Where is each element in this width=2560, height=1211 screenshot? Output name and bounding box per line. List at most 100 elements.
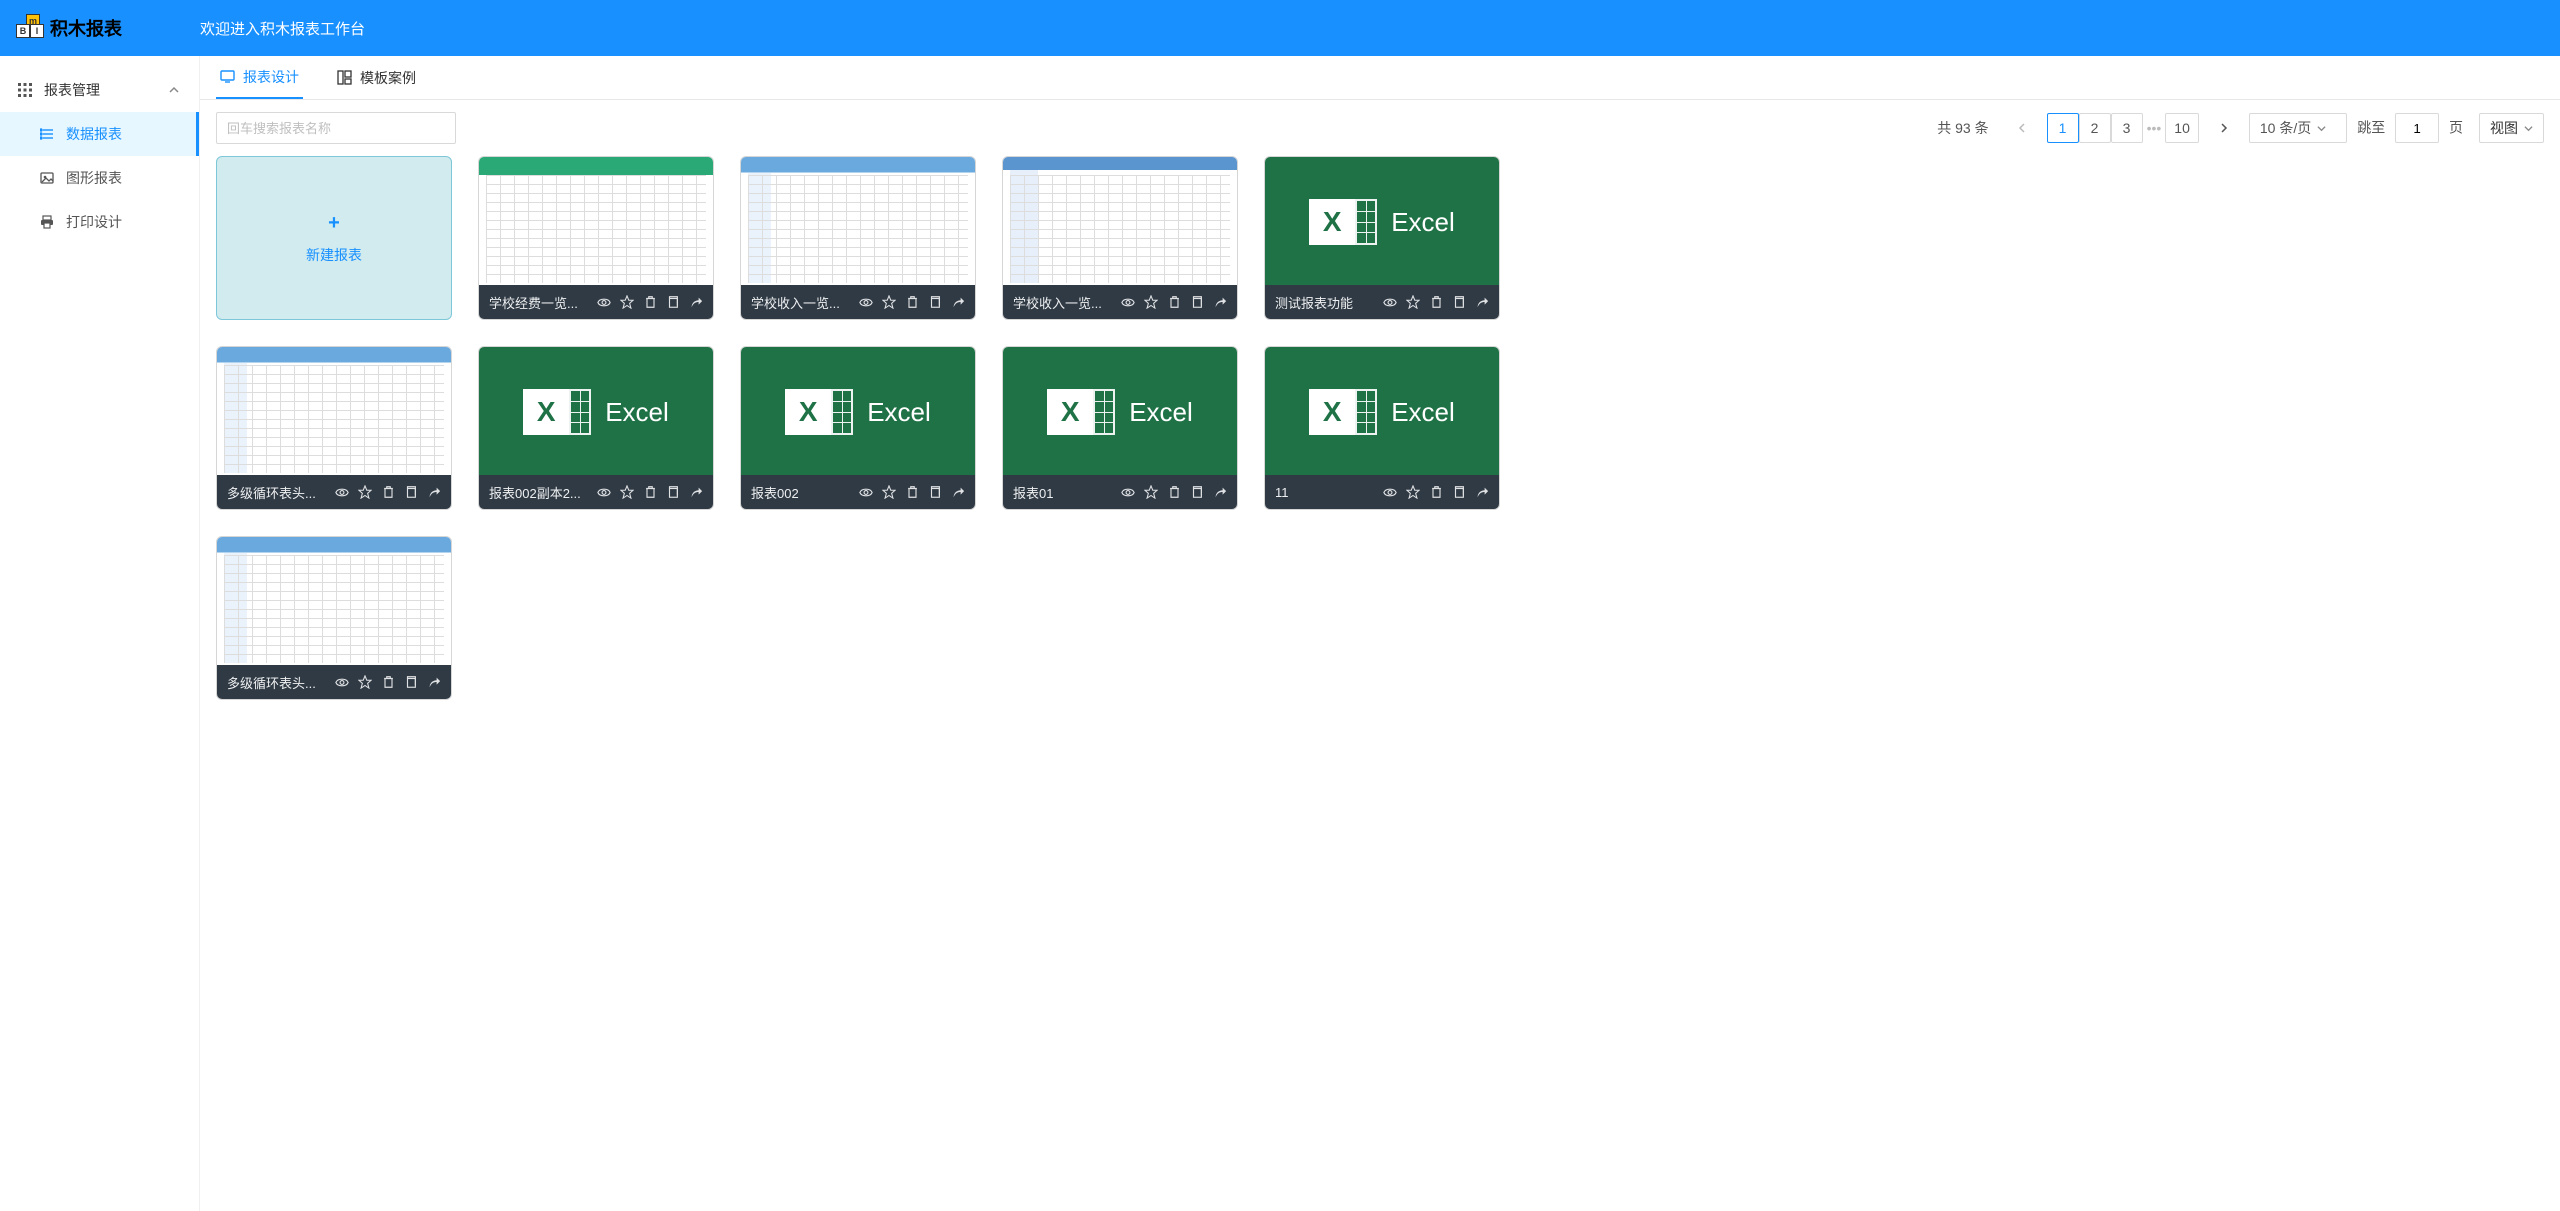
eye-icon[interactable] bbox=[335, 675, 349, 689]
report-card[interactable]: XExcel报表002 bbox=[740, 346, 976, 510]
eye-icon[interactable] bbox=[597, 485, 611, 499]
next-page-button[interactable] bbox=[2209, 113, 2239, 143]
eye-icon[interactable] bbox=[1121, 295, 1135, 309]
page-2[interactable]: 2 bbox=[2079, 113, 2111, 143]
share-icon[interactable] bbox=[951, 485, 965, 499]
card-bar: 多级循环表头... bbox=[217, 475, 451, 509]
logo[interactable]: mBI 积木报表 bbox=[16, 15, 200, 41]
card-bar: 11 bbox=[1265, 475, 1499, 509]
share-icon[interactable] bbox=[1213, 295, 1227, 309]
star-icon[interactable] bbox=[882, 295, 896, 309]
report-card[interactable]: 多级循环表头... bbox=[216, 536, 452, 700]
thumbnail-table bbox=[1003, 157, 1237, 287]
page-ellipsis[interactable]: ••• bbox=[2143, 120, 2166, 136]
copy-icon[interactable] bbox=[1190, 485, 1204, 499]
share-icon[interactable] bbox=[1475, 295, 1489, 309]
star-icon[interactable] bbox=[358, 485, 372, 499]
prev-page-button[interactable] bbox=[2007, 113, 2037, 143]
copy-icon[interactable] bbox=[404, 485, 418, 499]
report-card[interactable]: 学校经费一览... bbox=[478, 156, 714, 320]
plus-icon: + bbox=[328, 212, 340, 235]
card-bar: 测试报表功能 bbox=[1265, 285, 1499, 319]
tabs: 报表设计 模板案例 bbox=[200, 56, 2560, 100]
new-report-card[interactable]: + 新建报表 bbox=[216, 156, 452, 320]
page-1[interactable]: 1 bbox=[2047, 113, 2079, 143]
thumbnail-table bbox=[217, 347, 451, 477]
star-icon[interactable] bbox=[620, 295, 634, 309]
copy-icon[interactable] bbox=[404, 675, 418, 689]
report-card[interactable]: XExcel测试报表功能 bbox=[1264, 156, 1500, 320]
pagination: 共 93 条 123•••10 10 条/页 跳至 bbox=[1937, 113, 2463, 143]
eye-icon[interactable] bbox=[1383, 295, 1397, 309]
sidebar-item-1[interactable]: 图形报表 bbox=[0, 156, 199, 200]
share-icon[interactable] bbox=[689, 295, 703, 309]
thumbnail-excel: XExcel bbox=[479, 347, 713, 477]
template-icon bbox=[337, 70, 352, 85]
page-10[interactable]: 10 bbox=[2165, 113, 2199, 143]
star-icon[interactable] bbox=[1144, 485, 1158, 499]
sidebar-item-label: 打印设计 bbox=[66, 212, 122, 232]
copy-icon[interactable] bbox=[666, 485, 680, 499]
card-name: 测试报表功能 bbox=[1275, 293, 1383, 312]
page-jump-input[interactable] bbox=[2395, 113, 2439, 143]
card-bar: 学校收入一览... bbox=[741, 285, 975, 319]
trash-icon[interactable] bbox=[643, 295, 657, 309]
tab-1[interactable]: 模板案例 bbox=[333, 56, 420, 99]
copy-icon[interactable] bbox=[666, 295, 680, 309]
trash-icon[interactable] bbox=[1429, 485, 1443, 499]
share-icon[interactable] bbox=[1475, 485, 1489, 499]
page-size-select[interactable]: 10 条/页 bbox=[2249, 113, 2347, 143]
trash-icon[interactable] bbox=[905, 295, 919, 309]
star-icon[interactable] bbox=[882, 485, 896, 499]
star-icon[interactable] bbox=[620, 485, 634, 499]
share-icon[interactable] bbox=[427, 675, 441, 689]
eye-icon[interactable] bbox=[335, 485, 349, 499]
copy-icon[interactable] bbox=[1452, 485, 1466, 499]
report-card[interactable]: XExcel11 bbox=[1264, 346, 1500, 510]
report-card[interactable]: 多级循环表头... bbox=[216, 346, 452, 510]
card-name: 多级循环表头... bbox=[227, 483, 335, 502]
eye-icon[interactable] bbox=[859, 485, 873, 499]
trash-icon[interactable] bbox=[1167, 485, 1181, 499]
report-card[interactable]: 学校收入一览... bbox=[740, 156, 976, 320]
chevron-down-icon bbox=[2317, 124, 2326, 133]
copy-icon[interactable] bbox=[928, 295, 942, 309]
share-icon[interactable] bbox=[689, 485, 703, 499]
share-icon[interactable] bbox=[951, 295, 965, 309]
star-icon[interactable] bbox=[358, 675, 372, 689]
search-input[interactable] bbox=[216, 112, 456, 144]
star-icon[interactable] bbox=[1406, 485, 1420, 499]
trash-icon[interactable] bbox=[1167, 295, 1181, 309]
tab-label: 模板案例 bbox=[360, 68, 416, 88]
thumbnail-table bbox=[741, 157, 975, 287]
sidebar-item-2[interactable]: 打印设计 bbox=[0, 200, 199, 244]
sidebar-group-report-mgmt[interactable]: 报表管理 bbox=[0, 68, 199, 112]
star-icon[interactable] bbox=[1144, 295, 1158, 309]
sidebar-item-0[interactable]: 数据报表 bbox=[0, 112, 199, 156]
eye-icon[interactable] bbox=[1383, 485, 1397, 499]
trash-icon[interactable] bbox=[1429, 295, 1443, 309]
eye-icon[interactable] bbox=[1121, 485, 1135, 499]
star-icon[interactable] bbox=[1406, 295, 1420, 309]
thumbnail-table bbox=[217, 537, 451, 667]
share-icon[interactable] bbox=[1213, 485, 1227, 499]
view-select[interactable]: 视图 bbox=[2479, 113, 2544, 143]
trash-icon[interactable] bbox=[643, 485, 657, 499]
card-name: 报表01 bbox=[1013, 483, 1121, 502]
trash-icon[interactable] bbox=[381, 485, 395, 499]
trash-icon[interactable] bbox=[381, 675, 395, 689]
report-card[interactable]: 学校收入一览... bbox=[1002, 156, 1238, 320]
copy-icon[interactable] bbox=[928, 485, 942, 499]
page-3[interactable]: 3 bbox=[2111, 113, 2143, 143]
report-card[interactable]: XExcel报表01 bbox=[1002, 346, 1238, 510]
new-report-label: 新建报表 bbox=[306, 245, 362, 265]
eye-icon[interactable] bbox=[597, 295, 611, 309]
tab-0[interactable]: 报表设计 bbox=[216, 56, 303, 99]
trash-icon[interactable] bbox=[905, 485, 919, 499]
share-icon[interactable] bbox=[427, 485, 441, 499]
copy-icon[interactable] bbox=[1190, 295, 1204, 309]
eye-icon[interactable] bbox=[859, 295, 873, 309]
report-card[interactable]: XExcel报表002副本2... bbox=[478, 346, 714, 510]
card-bar: 学校收入一览... bbox=[1003, 285, 1237, 319]
copy-icon[interactable] bbox=[1452, 295, 1466, 309]
